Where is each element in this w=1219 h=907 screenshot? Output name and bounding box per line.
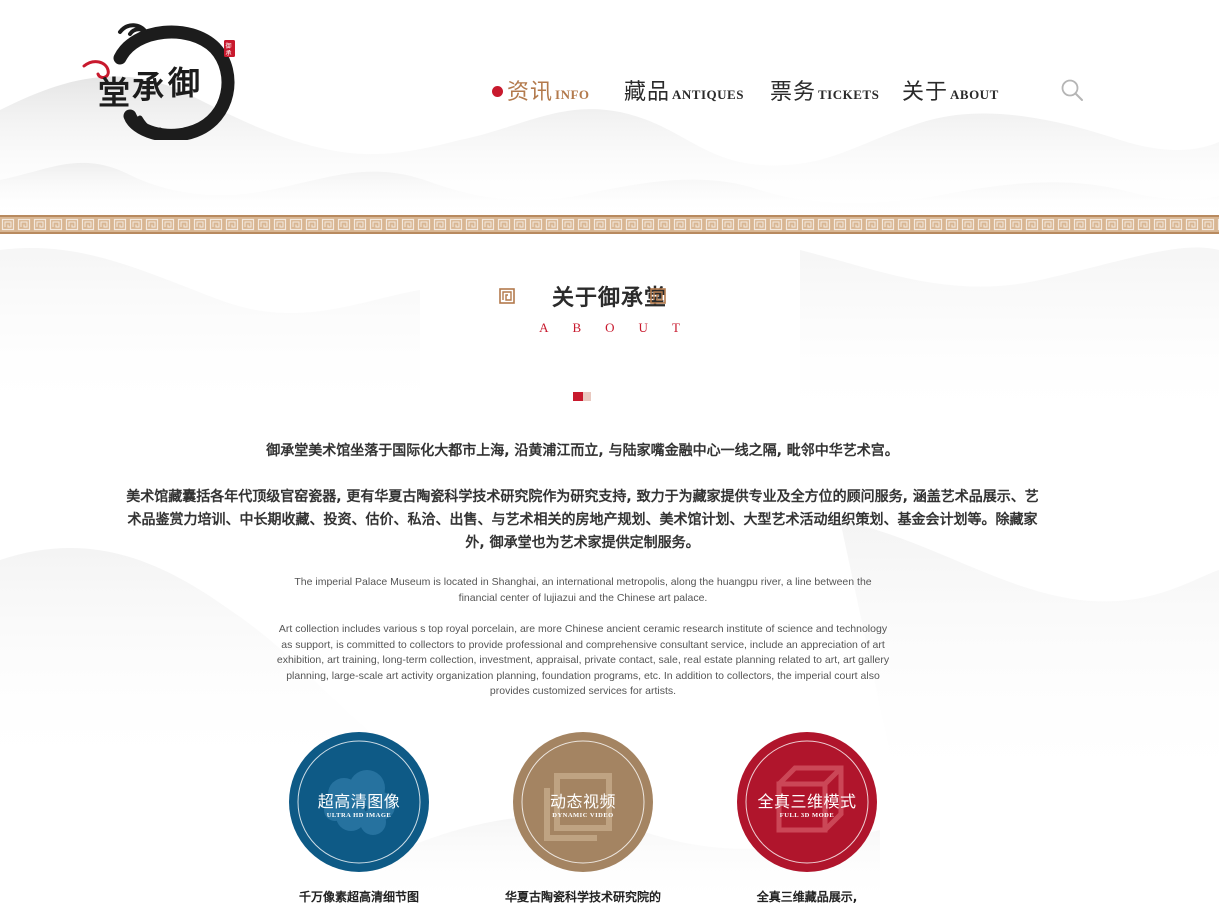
logo-char-tang: 堂 [98,74,130,112]
nav-item-antiques[interactable]: 藏品 ANTIQUES [624,74,744,106]
nav-item-tickets[interactable]: 票务 TICKETS [770,74,879,106]
brand-logo[interactable]: 堂 承 御 御 承 [80,18,240,142]
section-divider-marks [573,392,593,401]
feature-title: 动态视频 [549,792,616,811]
zh-paragraph-location: 御承堂美术馆坐落于国际化大都市上海, 沿黄浦江而立, 与陆家嘴金融中心一线之隔,… [266,443,899,459]
feature-subtitle: FULL 3D MODE [779,812,835,819]
feature-circle: 全真三维模式 FULL 3D MODE [737,732,877,872]
feature-subtitle: ULTRA HD IMAGE [326,812,392,819]
nav-item-en: ABOUT [950,87,999,102]
divider-mark-pale [583,392,591,401]
nav-item-zh: 藏品 [624,80,671,105]
en-paragraph-collection: Art collection includes various s top ro… [276,623,890,697]
zh-paragraph-collection: 美术馆藏囊括各年代顶级官窑瓷器, 更有华夏古陶瓷科学技术研究院作为研究支持, 致… [126,489,1039,551]
feature-dynamic-video[interactable]: 动态视频 DYNAMIC VIDEO 华夏古陶瓷科学技术研究院的 [505,732,661,904]
logo-char-yu: 御 [167,64,200,102]
nav-item-zh: 关于 [902,80,949,105]
nav-item-about[interactable]: 关于 ABOUT [902,74,999,106]
feature-ultra-hd-image[interactable]: 超高清图像 ULTRA HD IMAGE 千万像素超高清细节图 [289,732,429,904]
feature-title: 超高清图像 [317,792,401,811]
nav-item-en: INFO [555,87,590,102]
section-title: 关于御承堂 [551,285,667,311]
svg-text:承: 承 [226,49,232,57]
feature-circle: 超高清图像 ULTRA HD IMAGE [289,732,429,872]
nav-item-en: ANTIQUES [672,87,744,102]
svg-text:御: 御 [226,42,232,50]
feature-subtitle: DYNAMIC VIDEO [552,812,614,819]
feature-caption: 华夏古陶瓷科学技术研究院的 [504,890,661,904]
nav-item-zh: 票务 [770,80,817,105]
feature-full-3d-mode[interactable]: 全真三维模式 FULL 3D MODE 全真三维藏品展示, [737,732,877,904]
divider-mark-red [573,392,583,401]
section-subtitle: ABOUT [539,320,704,335]
search-icon[interactable] [1060,78,1084,102]
feature-caption: 千万像素超高清细节图 [298,890,419,904]
fret-ornament-right [650,288,666,304]
feature-circle: 动态视频 DYNAMIC VIDEO [513,732,653,872]
feature-title: 全真三维模式 [757,792,857,811]
en-paragraph-location: The imperial Palace Museum is located in… [294,576,872,604]
feature-caption: 全真三维藏品展示, [756,890,858,904]
nav-item-zh: 资讯 [507,80,554,105]
nav-item-en: TICKETS [818,87,880,102]
nav-active-dot [492,86,503,97]
logo-char-cheng: 承 [132,68,164,106]
logo-emblem: 堂 承 御 御 承 [82,23,235,142]
nav-item-info[interactable]: 资讯 INFO [507,74,590,106]
fret-pattern-band [0,215,1219,234]
